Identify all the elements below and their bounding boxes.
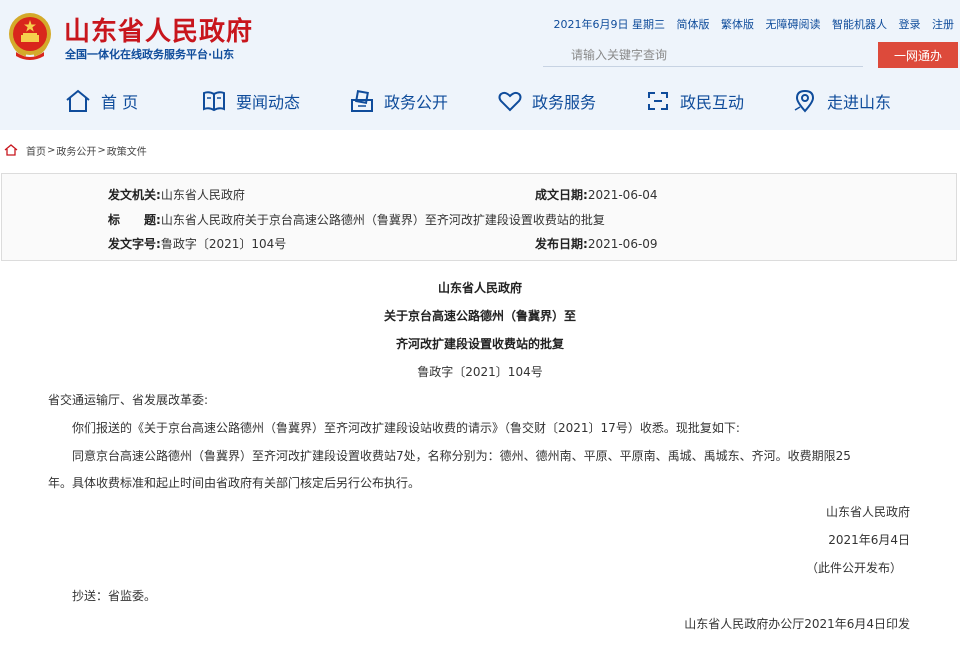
link-accessibility[interactable]: 无障碍阅读	[766, 18, 821, 31]
doc-paragraph-1: 你们报送的《关于京台高速公路德州（鲁冀界）至齐河改扩建段设站收费的请示》（鲁交财…	[72, 421, 740, 435]
current-date: 2021年6月9日 星期三	[553, 18, 666, 31]
doc-signature: 山东省人民政府	[825, 505, 910, 519]
nav-home-label: 首 页	[101, 93, 139, 112]
doc-paragraph-2-cont: 年。具体收费标准和起止时间由省政府有关部门核定后另行公布执行。	[48, 476, 421, 490]
nav-gov-services[interactable]: 政务服务	[497, 78, 596, 124]
nav-gov-affairs[interactable]: 政务公开	[349, 78, 448, 124]
doc-sign-date: 2021年6月4日	[828, 533, 910, 547]
breadcrumb-separator: >	[47, 144, 56, 156]
interaction-icon	[648, 92, 668, 110]
breadcrumb: 首页 > 政务公开 > 政策文件	[0, 138, 147, 162]
nav-interaction-label: 政民互动	[680, 93, 745, 112]
doc-title-line-2: 关于京台高速公路德州（鲁冀界）至	[383, 309, 576, 323]
nav-about-shandong[interactable]: 走进山东	[792, 78, 891, 124]
link-register[interactable]: 注册	[932, 18, 954, 31]
meta-issuer-value: 山东省人民政府	[160, 188, 245, 202]
nav-gov-services-label: 政务服务	[532, 93, 597, 112]
meta-number: 发文字号:鲁政字〔2021〕104号	[108, 235, 286, 252]
one-stop-service-button[interactable]: 一网通办	[878, 42, 958, 68]
breadcrumb-gov-affairs[interactable]: 政务公开	[56, 143, 96, 158]
nav-home[interactable]: 首 页	[64, 78, 138, 124]
doc-salutation: 省交通运输厅、省发展改革委:	[48, 393, 209, 407]
doc-paragraph-2: 同意京台高速公路德州（鲁冀界）至齐河改扩建段设置收费站7处，名称分别为：德州、德…	[72, 449, 851, 463]
breadcrumb-policy-docs[interactable]: 政策文件	[107, 143, 147, 158]
national-emblem-icon	[9, 13, 51, 60]
nav-interaction[interactable]: 政民互动	[645, 78, 744, 124]
meta-number-value: 鲁政字〔2021〕104号	[160, 237, 287, 251]
breadcrumb-separator: >	[97, 144, 106, 156]
ballot-icon	[351, 90, 373, 112]
document-meta: 发文机关:山东省人民政府 成文日期:2021-06-04 标 题:山东省人民政府…	[1, 173, 957, 261]
link-traditional[interactable]: 繁体版	[721, 18, 754, 31]
meta-title-label: 标 题:	[108, 213, 161, 227]
meta-published-label: 发布日期:	[535, 237, 588, 251]
breadcrumb-home[interactable]: 首页	[26, 143, 46, 158]
heart-icon	[498, 91, 522, 112]
main-nav: 首 页 要闻动态 政务公开 政务服务 政民互动 走进山东	[0, 78, 960, 124]
link-robot[interactable]: 智能机器人	[832, 18, 887, 31]
meta-created-label: 成文日期:	[535, 188, 588, 202]
location-icon	[794, 89, 815, 113]
nav-about-shandong-label: 走进山东	[827, 93, 892, 112]
search-input[interactable]	[543, 43, 863, 67]
doc-number: 鲁政字〔2021〕104号	[417, 365, 543, 379]
nav-news[interactable]: 要闻动态	[201, 78, 300, 124]
home-icon	[66, 89, 90, 112]
link-login[interactable]: 登录	[899, 18, 921, 31]
nav-news-label: 要闻动态	[236, 93, 301, 112]
meta-issuer: 发文机关:山东省人民政府	[108, 186, 245, 203]
meta-published: 发布日期:2021-06-09	[535, 235, 658, 252]
site-header: 山东省人民政府 全国一体化在线政务服务平台·山东 2021年6月9日 星期三 简…	[0, 0, 960, 130]
doc-print-info: 山东省人民政府办公厅2021年6月4日印发	[684, 617, 910, 631]
doc-title-line-1: 山东省人民政府	[437, 281, 522, 295]
book-icon	[203, 91, 225, 112]
doc-disclosure: （此件公开发布）	[805, 561, 902, 575]
doc-cc: 抄送：省监委。	[72, 589, 157, 603]
meta-created-value: 2021-06-04	[587, 188, 658, 202]
meta-number-label: 发文字号:	[108, 237, 161, 251]
meta-published-value: 2021-06-09	[587, 237, 658, 251]
top-links: 2021年6月9日 星期三 简体版 繁体版 无障碍阅读 智能机器人 登录 注册	[554, 16, 955, 32]
meta-title-value: 山东省人民政府关于京台高速公路德州（鲁冀界）至齐河改扩建段设置收费站的批复	[160, 213, 605, 227]
nav-gov-affairs-label: 政务公开	[384, 93, 449, 112]
site-title[interactable]: 山东省人民政府	[64, 11, 253, 48]
link-simplified[interactable]: 简体版	[677, 18, 710, 31]
meta-issuer-label: 发文机关:	[108, 188, 161, 202]
site-subtitle: 全国一体化在线政务服务平台·山东	[65, 48, 235, 61]
home-icon[interactable]	[4, 144, 18, 156]
doc-title-line-3: 齐河改扩建段设置收费站的批复	[395, 337, 564, 351]
meta-title: 标 题:山东省人民政府关于京台高速公路德州（鲁冀界）至齐河改扩建段设置收费站的批…	[108, 211, 605, 228]
meta-created: 成文日期:2021-06-04	[535, 186, 658, 203]
